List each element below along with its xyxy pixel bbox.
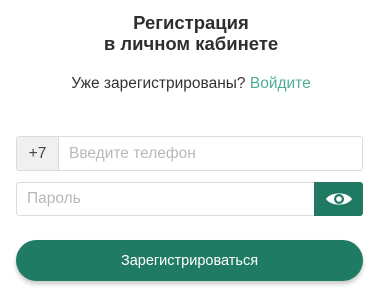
login-prompt: Уже зарегистрированы? Войдите xyxy=(0,75,382,93)
password-input[interactable] xyxy=(16,182,314,216)
login-link[interactable]: Войдите xyxy=(250,75,311,92)
login-prompt-text: Уже зарегистрированы? xyxy=(71,75,246,92)
title-line-2: в личном кабинете xyxy=(103,33,279,54)
eye-icon xyxy=(325,191,353,207)
phone-prefix: +7 xyxy=(16,136,58,171)
phone-field-group: +7 xyxy=(16,136,363,171)
title-line-1: Регистрация xyxy=(133,12,249,33)
phone-input[interactable] xyxy=(58,136,363,171)
password-field-group xyxy=(16,182,363,216)
page-title: Регистрация в личном кабинете xyxy=(0,12,382,54)
show-password-button[interactable] xyxy=(314,182,363,216)
register-button[interactable]: Зарегистрироваться xyxy=(16,240,363,281)
